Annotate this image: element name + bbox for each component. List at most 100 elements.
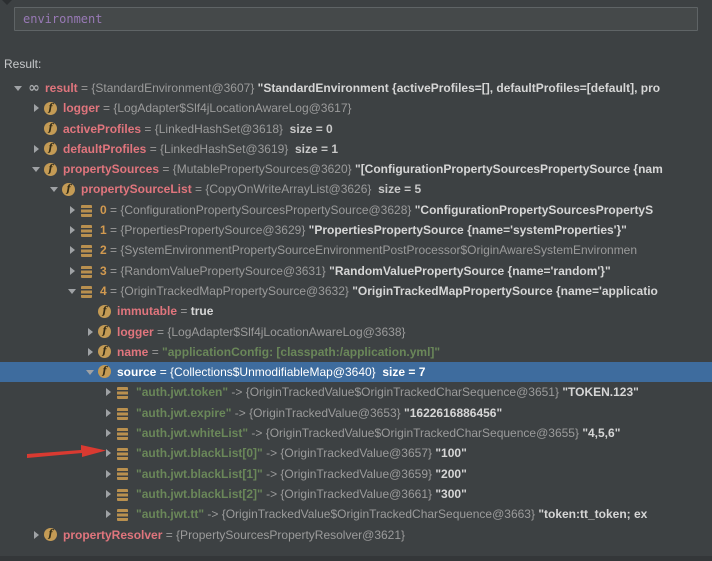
segment-value: "1622616886456": [404, 405, 503, 420]
expression-input[interactable]: [14, 7, 698, 31]
tree-row[interactable]: f immutable = true: [0, 301, 712, 321]
segment-ref: = {ConfigurationPropertySourcesPropertyS…: [106, 202, 415, 217]
segment-index: 2: [100, 243, 107, 258]
expander-right-icon[interactable]: [103, 382, 116, 402]
segment-name: name: [117, 344, 149, 359]
tree-row[interactable]: f activeProfiles = {LinkedHashSet@3618} s…: [0, 119, 712, 139]
tree-row[interactable]: f propertySources = {MutablePropertySourc…: [0, 159, 712, 179]
field-icon: f: [98, 365, 111, 379]
array-item-icon: [117, 387, 128, 400]
tree-row[interactable]: ∞ result = {StandardEnvironment@3607} "St…: [0, 78, 712, 98]
segment-ref: = {Collections$UnmodifiableMap@3640}: [156, 365, 376, 380]
segment-value: true: [190, 304, 214, 319]
segment-ref: = {LogAdapter$Slf4jLocationAwareLog@3617…: [99, 101, 352, 116]
segment-name: propertySources: [63, 162, 160, 177]
array-item-icon: [117, 448, 128, 461]
segment-ref: = {OriginTrackedMapPropertySource@3632}: [106, 283, 353, 298]
expander-right-icon[interactable]: [31, 525, 44, 545]
tree-row[interactable]: "auth.jwt.expire" -> {OriginTrackedValue…: [0, 403, 712, 423]
field-icon: f: [44, 162, 57, 176]
tree-row[interactable]: 0 = {ConfigurationPropertySourcesPropert…: [0, 200, 712, 220]
expander-right-icon[interactable]: [103, 484, 116, 504]
segment-index: 3: [100, 263, 107, 278]
segment-index: 4: [100, 283, 107, 298]
segment-value: "100": [435, 446, 467, 461]
expander-right-icon[interactable]: [103, 423, 116, 443]
segment-name: logger: [117, 324, 154, 339]
expander-right-icon[interactable]: [103, 464, 116, 484]
segment-string: "applicationConfig: [classpath:/applicat…: [162, 344, 441, 359]
segment-ref: -> {OriginTrackedValue$OriginTrackedChar…: [228, 385, 563, 400]
expander-right-icon[interactable]: [67, 220, 80, 240]
expander-right-icon[interactable]: [31, 139, 44, 159]
tree-row[interactable]: "auth.jwt.blackList[0]" -> {OriginTracke…: [0, 443, 712, 463]
segment-name: immutable: [117, 304, 178, 319]
tree-row[interactable]: f defaultProfiles = {LinkedHashSet@3619} …: [0, 139, 712, 159]
tree-row[interactable]: "auth.jwt.token" -> {OriginTrackedValue$…: [0, 382, 712, 402]
segment-string: "auth.jwt.expire": [136, 405, 232, 420]
expander-right-icon[interactable]: [31, 98, 44, 118]
expander-down-icon[interactable]: [85, 362, 98, 382]
array-item-icon: [117, 468, 128, 481]
field-icon: f: [44, 142, 57, 156]
tree-row[interactable]: 3 = {RandomValuePropertySource@3631} "Ra…: [0, 261, 712, 281]
segment-name: source: [117, 365, 157, 380]
expander-right-icon[interactable]: [85, 322, 98, 342]
segment-string: "auth.jwt.blackList[0]": [136, 446, 263, 461]
tree-row[interactable]: f logger = {LogAdapter$Slf4jLocationAware…: [0, 322, 712, 342]
tree-row[interactable]: f name = "applicationConfig: [classpath:/…: [0, 342, 712, 362]
array-item-icon: [117, 427, 128, 440]
field-icon: f: [98, 345, 111, 359]
expander-down-icon[interactable]: [31, 159, 44, 179]
segment-name: logger: [63, 101, 100, 116]
segment-ref: -> {OriginTrackedValue@3653}: [231, 405, 405, 420]
segment-ref: = {RandomValuePropertySource@3631}: [106, 263, 330, 278]
expander-right-icon[interactable]: [85, 342, 98, 362]
tree-row[interactable]: 2 = {SystemEnvironmentPropertySourceEnvi…: [0, 240, 712, 260]
tree-row[interactable]: f propertyResolver = {PropertySourcesProp…: [0, 525, 712, 545]
expander-down-icon[interactable]: [67, 281, 80, 301]
segment-ref: -> {OriginTrackedValue@3657}: [262, 446, 436, 461]
expander-right-icon[interactable]: [67, 261, 80, 281]
tree-row[interactable]: "auth.jwt.whiteList" -> {OriginTrackedVa…: [0, 423, 712, 443]
expander-right-icon[interactable]: [103, 403, 116, 423]
segment-ref: -> {OriginTrackedValue$OriginTrackedChar…: [204, 507, 539, 522]
segment-value: "200": [435, 466, 467, 481]
expander-down-icon[interactable]: [49, 179, 62, 199]
array-item-icon: [81, 224, 92, 237]
tree-row[interactable]: f propertySourceList = {CopyOnWriteArrayL…: [0, 179, 712, 199]
expander-down-icon[interactable]: [13, 78, 26, 98]
segment-ref: = {StandardEnvironment@3607}: [77, 81, 258, 95]
field-icon: f: [44, 527, 57, 541]
field-icon: f: [44, 101, 57, 115]
expander-right-icon[interactable]: [103, 443, 116, 463]
expander-right-icon[interactable]: [67, 200, 80, 220]
segment-ref: -> {OriginTrackedValue$OriginTrackedChar…: [248, 426, 583, 441]
tree-row[interactable]: f source = {Collections$UnmodifiableMap@3…: [0, 362, 712, 383]
bottom-border: [0, 556, 712, 561]
expander-right-icon[interactable]: [103, 504, 116, 524]
tree-row[interactable]: "auth.jwt.blackList[1]" -> {OriginTracke…: [0, 464, 712, 484]
field-icon: f: [62, 182, 75, 196]
segment-string: "auth.jwt.blackList[2]": [136, 486, 263, 501]
segment-name: propertySourceList: [81, 182, 192, 197]
segment-ref: = {LogAdapter$Slf4jLocationAwareLog@3638…: [153, 324, 406, 339]
segment-name: result: [45, 81, 78, 95]
segment-ref: = {SystemEnvironmentPropertySourceEnviro…: [106, 243, 638, 258]
segment-value: "ConfigurationPropertySourcesPropertyS: [414, 202, 654, 217]
segment-name: activeProfiles: [63, 121, 142, 136]
watch-result-icon: ∞: [28, 79, 40, 96]
segment-value: "PropertiesPropertySource {name='systemP…: [308, 223, 627, 238]
tree-row[interactable]: 1 = {PropertiesPropertySource@3629} "Pro…: [0, 220, 712, 240]
array-item-icon: [81, 265, 92, 278]
tree-row[interactable]: 4 = {OriginTrackedMapPropertySource@3632…: [0, 281, 712, 301]
tree-row[interactable]: "auth.jwt.blackList[2]" -> {OriginTracke…: [0, 484, 712, 504]
segment-ref: = {PropertySourcesPropertyResolver@3621}: [162, 527, 406, 542]
segment-name: defaultProfiles: [63, 141, 147, 156]
segment-value: "4,5,6": [582, 426, 621, 441]
array-item-icon: [81, 285, 92, 298]
expander-right-icon[interactable]: [67, 240, 80, 260]
tree-row[interactable]: "auth.jwt.tt" -> {OriginTrackedValue$Ori…: [0, 504, 712, 524]
segment-ref: = {CopyOnWriteArrayList@3626}: [191, 182, 372, 197]
tree-row[interactable]: f logger = {LogAdapter$Slf4jLocationAware…: [0, 98, 712, 118]
